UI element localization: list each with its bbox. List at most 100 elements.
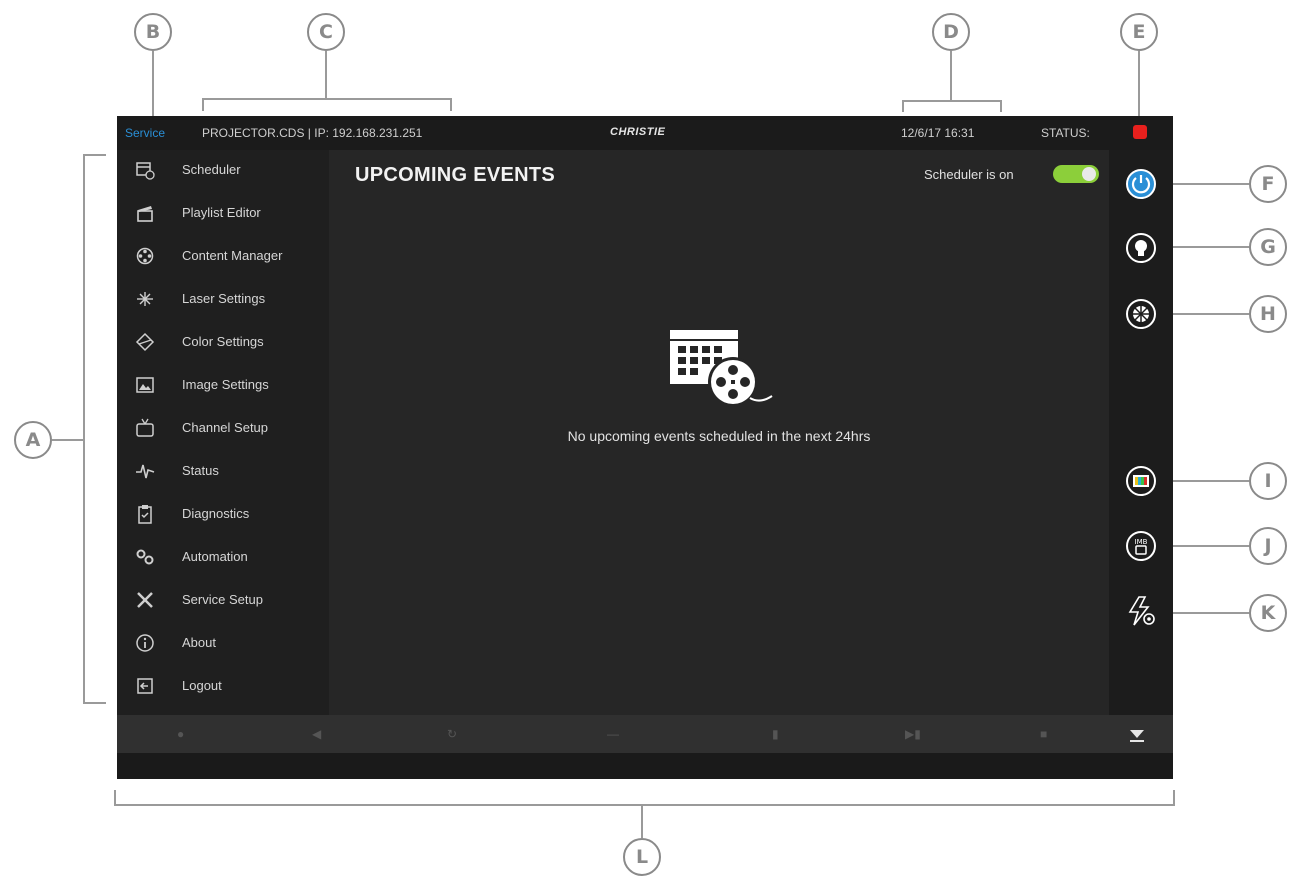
callout-i: I (1249, 462, 1287, 500)
imb-icon[interactable]: IMB (1125, 530, 1157, 562)
right-control-rail: IMB (1109, 150, 1173, 715)
projector-screen: Service PROJECTOR.CDS | IP: 192.168.231.… (117, 116, 1173, 779)
transport-pause-icon[interactable]: ▮ (772, 727, 779, 741)
callout-e: E (1120, 13, 1158, 51)
callout-f-line (1163, 183, 1249, 185)
main-content: UPCOMING EVENTS Scheduler is on No upcom… (329, 150, 1109, 715)
callout-a: A (14, 421, 52, 459)
transport-play-icon[interactable]: ▶▮ (905, 727, 921, 741)
callout-a-bracket (83, 154, 85, 704)
sidebar-item-playlist-editor[interactable]: Playlist Editor (117, 193, 329, 233)
callout-k-line (1163, 612, 1249, 614)
callout-d-line (950, 51, 952, 101)
film-reel-icon (136, 247, 154, 265)
test-pattern-icon[interactable] (1125, 465, 1157, 497)
svg-text:IMB: IMB (1135, 538, 1148, 546)
page-title: UPCOMING EVENTS (355, 164, 556, 186)
power-icon[interactable] (1125, 168, 1157, 200)
callout-a-line (52, 439, 84, 441)
info-icon (136, 634, 154, 652)
sidebar-item-label: Status (182, 463, 219, 478)
tools-icon (137, 592, 153, 608)
callout-c-bracket (202, 98, 452, 100)
sidebar-item-service-setup[interactable]: Service Setup (117, 580, 329, 620)
callout-d-bracket (902, 100, 1002, 102)
scheduler-toggle[interactable] (1053, 165, 1099, 183)
sidebar-item-status[interactable]: Status (117, 451, 329, 491)
callout-l-line (641, 805, 643, 838)
callout-a-bracket-bottom (83, 702, 106, 704)
status-label: STATUS: (1041, 126, 1090, 140)
sidebar-item-label: Logout (182, 678, 222, 693)
clapperboard-icon (137, 206, 153, 222)
image-icon (136, 377, 154, 393)
sidebar-item-label: Diagnostics (182, 506, 250, 521)
pulse-icon (136, 464, 155, 479)
callout-l-bracket (114, 804, 1175, 806)
top-bar: Service PROJECTOR.CDS | IP: 192.168.231.… (117, 116, 1173, 150)
scheduler-status-label: Scheduler is on (924, 167, 1014, 182)
color-prism-icon (135, 332, 155, 352)
callout-j: J (1249, 527, 1287, 565)
sidebar-item-label: Scheduler (182, 162, 241, 177)
sidebar-item-scheduler[interactable]: Scheduler (117, 150, 329, 190)
callout-i-line (1163, 480, 1249, 482)
sidebar-item-label: Color Settings (182, 334, 264, 349)
empty-state-message: No upcoming events scheduled in the next… (567, 428, 871, 444)
callout-l-bracket-right (1173, 790, 1175, 806)
callout-j-line (1163, 545, 1249, 547)
tv-icon (136, 418, 154, 437)
sidebar-item-label: Content Manager (182, 248, 283, 263)
scheduler-icon (136, 162, 155, 180)
sidebar-item-label: Channel Setup (182, 420, 269, 435)
laser-icon (137, 292, 153, 306)
callout-a-bracket-top (83, 154, 106, 156)
callout-f: F (1249, 165, 1287, 203)
callout-d-bracket-right (1000, 100, 1002, 112)
toggle-knob (1082, 167, 1096, 181)
sidebar-item-image-settings[interactable]: Image Settings (117, 365, 329, 405)
douser-icon[interactable] (1125, 298, 1157, 330)
transport-stop-icon[interactable]: ■ (1040, 727, 1047, 741)
sidebar-item-label: Service Setup (182, 592, 263, 607)
callout-k: K (1249, 594, 1287, 632)
sidebar-item-channel-setup[interactable]: Channel Setup (117, 408, 329, 448)
sidebar-item-automation[interactable]: Automation (117, 537, 329, 577)
power-settings-icon[interactable] (1125, 595, 1157, 627)
collapse-bar-icon[interactable] (1128, 724, 1146, 744)
logout-icon (137, 678, 153, 694)
christie-logo: CHRISTIE (610, 126, 666, 138)
transport-bar: ● ◀ ↻ — ▮ ▶▮ ■ (117, 715, 1173, 753)
callout-d: D (932, 13, 970, 51)
callout-d-bracket-left (902, 100, 904, 112)
callout-l-bracket-left (114, 790, 116, 806)
callout-c-line (325, 51, 327, 99)
projector-info: PROJECTOR.CDS | IP: 192.168.231.251 (202, 126, 423, 140)
callout-c-bracket-right (450, 98, 452, 111)
status-strip (117, 753, 1173, 779)
sidebar-item-content-manager[interactable]: Content Manager (117, 236, 329, 276)
callout-l: L (623, 838, 661, 876)
sidebar-item-laser-settings[interactable]: Laser Settings (117, 279, 329, 319)
transport-eject-icon[interactable]: ● (177, 727, 184, 741)
sidebar-item-label: Image Settings (182, 377, 269, 392)
sidebar-item-label: Automation (182, 549, 248, 564)
transport-rewind-icon[interactable]: ◀ (312, 727, 321, 741)
service-mode-label[interactable]: Service (125, 126, 165, 140)
sidebar-item-color-settings[interactable]: Color Settings (117, 322, 329, 362)
transport-minus-icon[interactable]: — (607, 727, 619, 741)
sidebar: Scheduler Playlist Editor Content Manage… (117, 150, 329, 715)
callout-h: H (1249, 295, 1287, 333)
status-indicator[interactable] (1133, 125, 1147, 139)
sidebar-item-about[interactable]: About (117, 623, 329, 663)
gears-icon (136, 549, 154, 565)
transport-loop-icon[interactable]: ↻ (447, 727, 457, 741)
sidebar-item-diagnostics[interactable]: Diagnostics (117, 494, 329, 534)
sidebar-item-label: Laser Settings (182, 291, 266, 306)
sidebar-item-label: About (182, 635, 216, 650)
callout-h-line (1163, 313, 1249, 315)
calendar-reel-icon (670, 330, 773, 407)
clipboard-icon (138, 505, 152, 524)
sidebar-item-logout[interactable]: Logout (117, 666, 329, 706)
lamp-icon[interactable] (1125, 232, 1157, 264)
